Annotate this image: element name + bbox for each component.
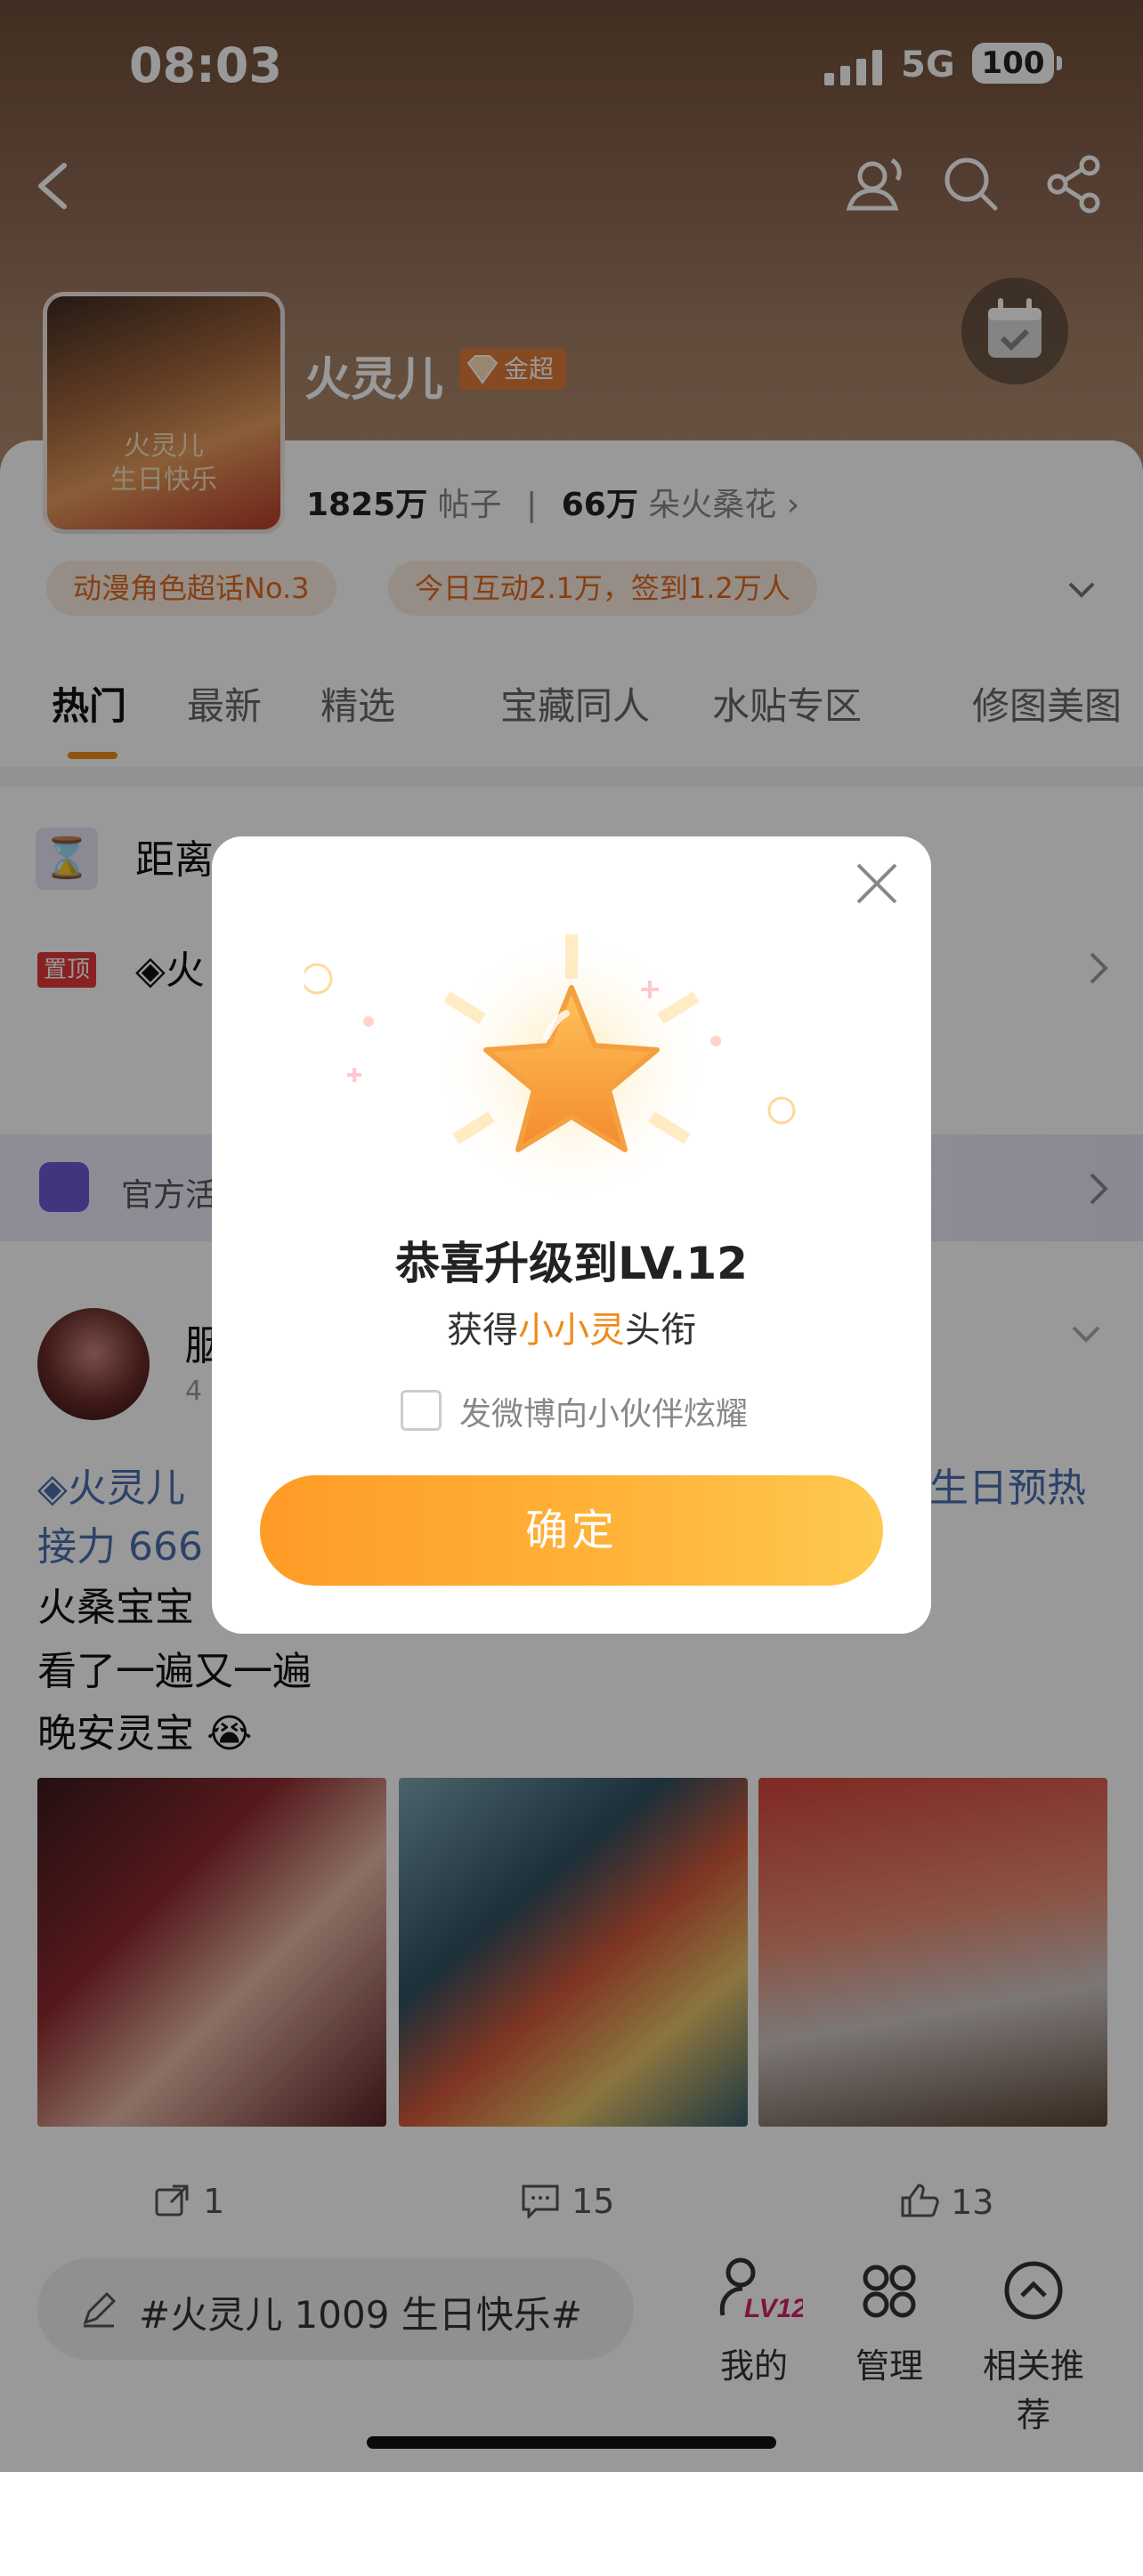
close-icon[interactable]	[849, 856, 904, 911]
dialog-subtitle-prefix: 获得	[447, 1310, 518, 1351]
dialog-subtitle: 获得小小灵头衔	[212, 1301, 931, 1353]
confirm-button[interactable]: 确定	[260, 1475, 883, 1586]
dialog-title-name: 小小灵	[518, 1310, 625, 1351]
dialog-subtitle-suffix: 头衔	[625, 1310, 696, 1351]
level-up-dialog: 恭喜升级到LV.12 获得小小灵头衔 发微博向小伙伴炫耀 确定	[212, 836, 931, 1634]
share-weibo-checkbox[interactable]	[401, 1390, 442, 1431]
star-burst-icon	[304, 925, 796, 1201]
share-weibo-label[interactable]: 发微博向小伙伴炫耀	[459, 1388, 748, 1434]
dialog-title: 恭喜升级到LV.12	[395, 1238, 748, 1289]
